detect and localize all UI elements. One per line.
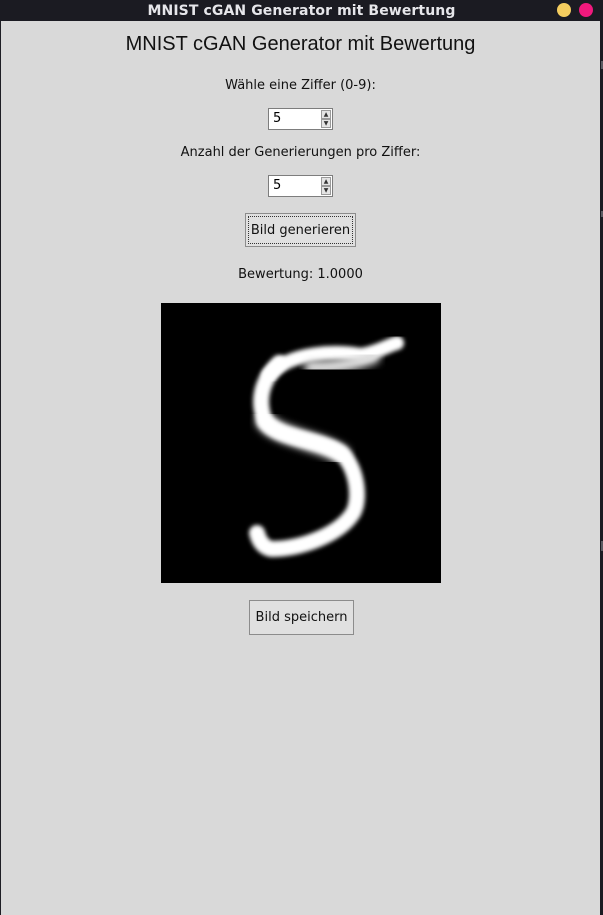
- minimize-icon[interactable]: [557, 3, 571, 17]
- spin-down-icon[interactable]: ▼: [321, 119, 331, 128]
- count-value[interactable]: 5: [273, 178, 281, 193]
- save-button[interactable]: Bild speichern: [249, 600, 354, 635]
- digit-value[interactable]: 5: [273, 111, 281, 126]
- digit-spin-arrows: ▲ ▼: [321, 110, 331, 128]
- spin-up-icon[interactable]: ▲: [321, 177, 331, 186]
- title-bar[interactable]: MNIST cGAN Generator mit Bewertung: [0, 0, 603, 21]
- spin-up-icon[interactable]: ▲: [321, 110, 331, 119]
- window-title: MNIST cGAN Generator mit Bewertung: [147, 2, 456, 19]
- count-spinbox[interactable]: 5 ▲ ▼: [268, 175, 333, 197]
- page-title: MNIST cGAN Generator mit Bewertung: [125, 33, 476, 55]
- generated-digit-image: [161, 303, 441, 583]
- count-label: Anzahl der Generierungen pro Ziffer:: [180, 145, 421, 160]
- close-icon[interactable]: [579, 3, 593, 17]
- score-label: Bewertung: 1.0000: [238, 267, 363, 282]
- digit-label: Wähle eine Ziffer (0-9):: [225, 78, 376, 93]
- app-window: MNIST cGAN Generator mit Bewertung MNIST…: [0, 0, 603, 915]
- count-spin-arrows: ▲ ▼: [321, 177, 331, 195]
- app-content: MNIST cGAN Generator mit Bewertung Wähle…: [1, 21, 600, 915]
- spin-down-icon[interactable]: ▼: [321, 186, 331, 195]
- digit-five-icon: [249, 336, 404, 557]
- generate-button[interactable]: Bild generieren: [245, 213, 356, 247]
- digit-spinbox[interactable]: 5 ▲ ▼: [268, 108, 333, 130]
